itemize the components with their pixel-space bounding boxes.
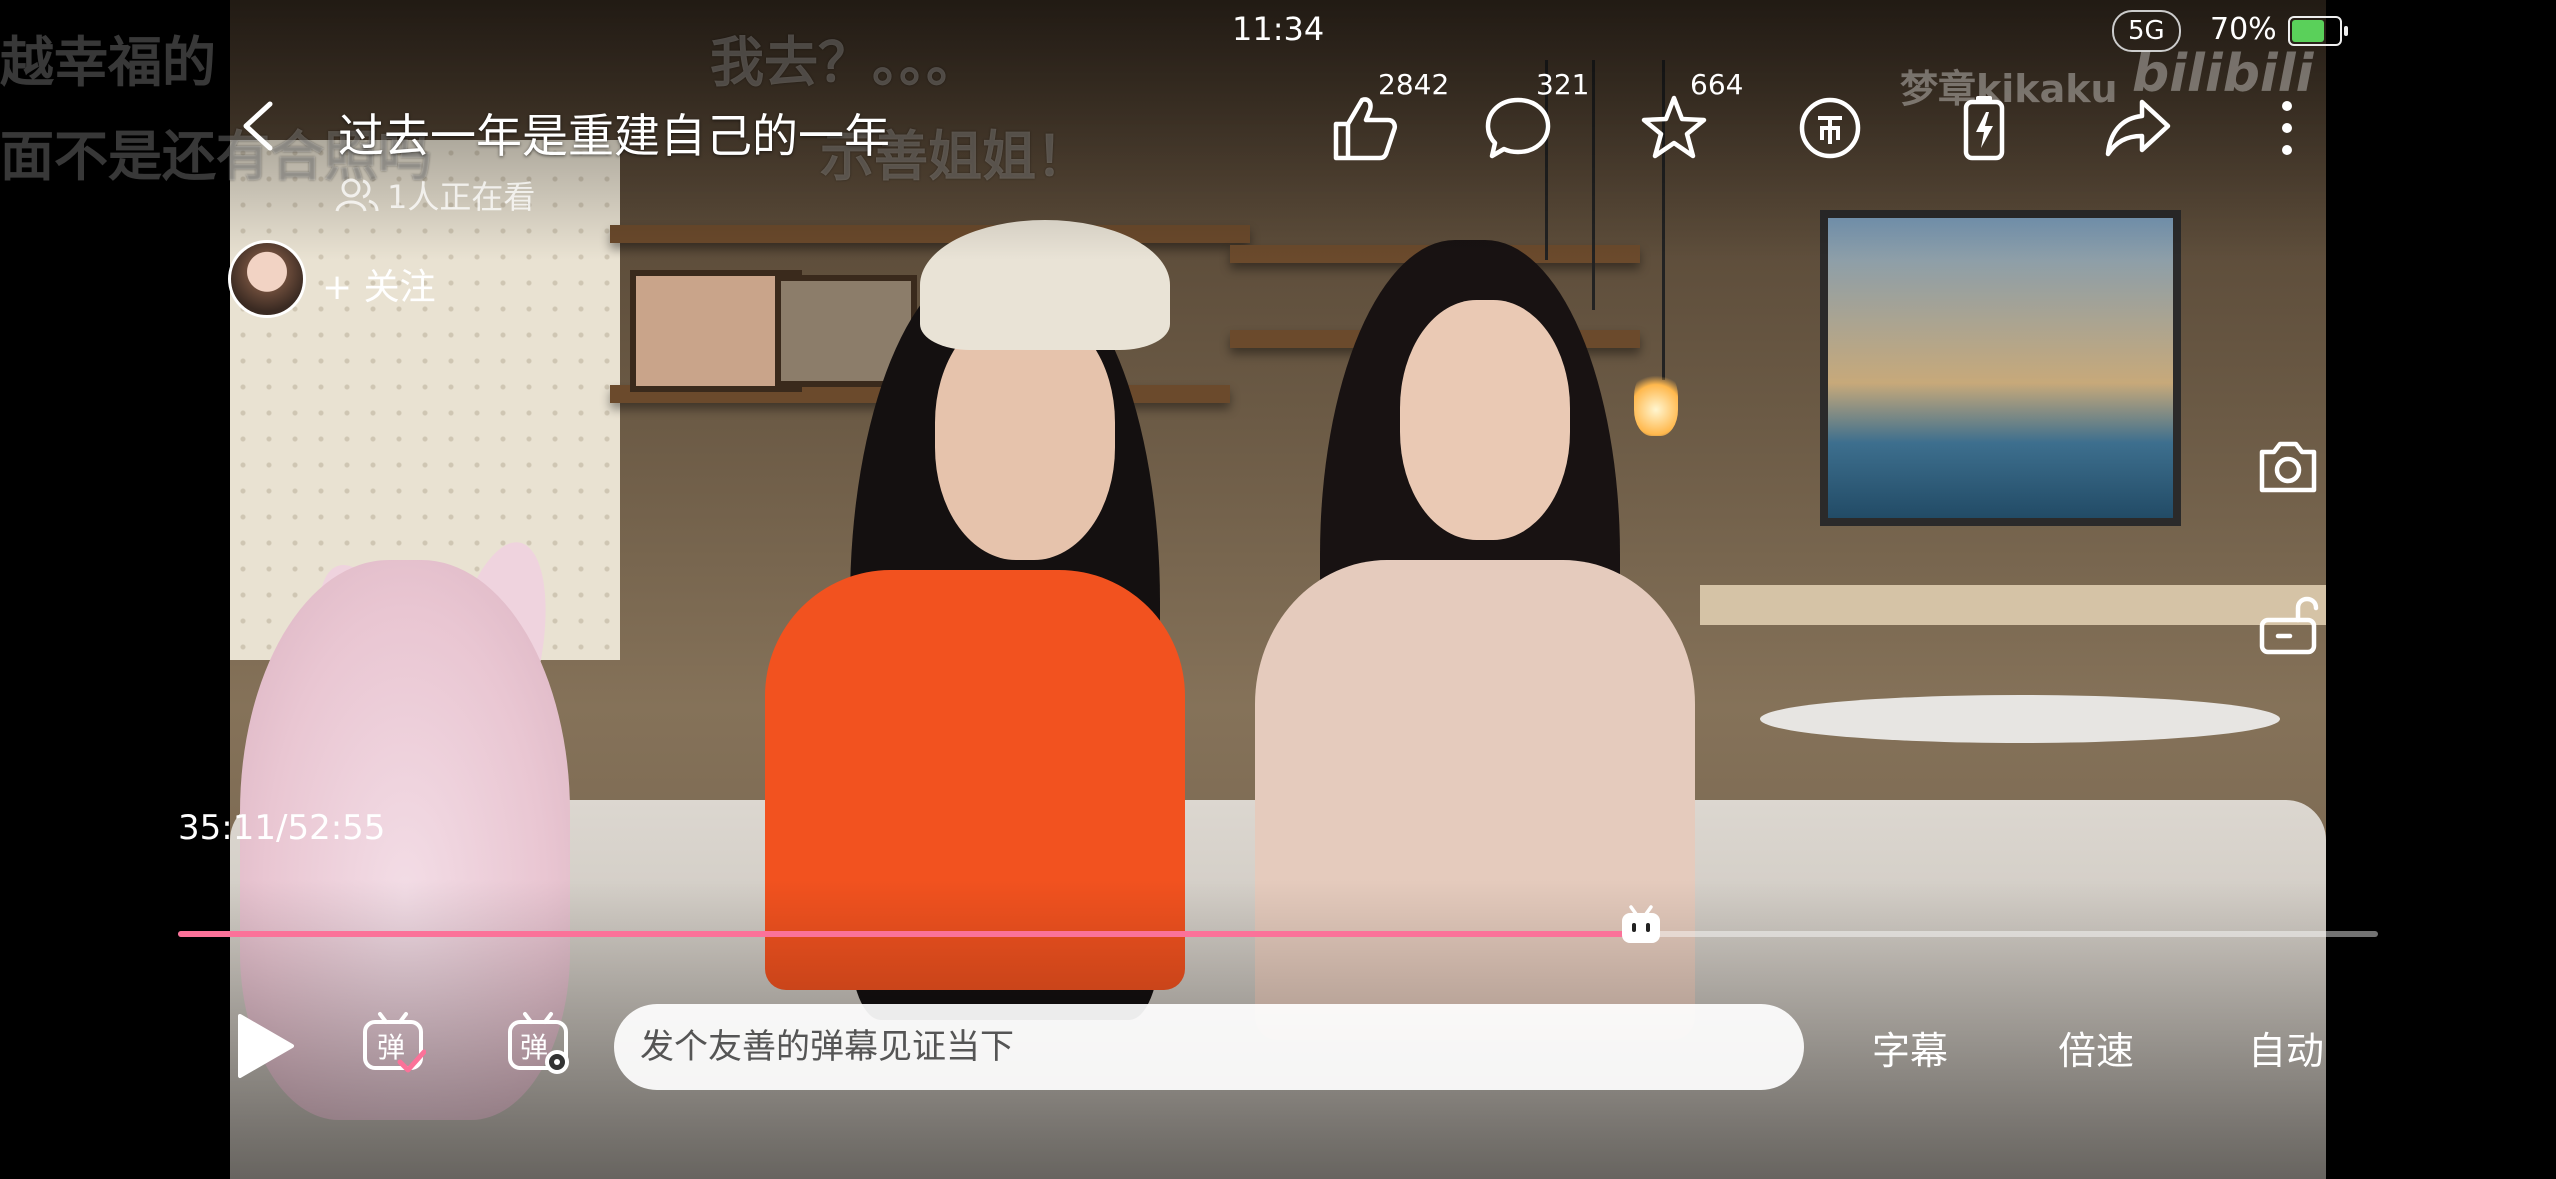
time-display: 35:11/52:55 (178, 808, 386, 848)
person-right-face (1400, 300, 1570, 540)
camera-icon[interactable] (2254, 432, 2322, 500)
battery-icon (2288, 16, 2348, 46)
svg-text:弹: 弹 (377, 1031, 405, 1064)
counter (1700, 585, 2326, 625)
progress-thumb-icon[interactable] (1619, 905, 1663, 945)
subtitle-button[interactable]: 字幕 (1872, 1020, 1948, 1075)
coin-icon[interactable] (1792, 92, 1868, 164)
comment-bubble-icon[interactable] (1480, 92, 1556, 164)
svg-text:弹: 弹 (520, 1031, 548, 1064)
battery-percent: 70% (2210, 12, 2277, 47)
thumbs-up-icon[interactable] (1326, 92, 1402, 164)
follow-button[interactable]: + 关注 (322, 258, 436, 310)
unlock-icon[interactable] (2254, 590, 2322, 658)
like-count: 2842 (1378, 68, 1450, 101)
star-icon[interactable] (1636, 92, 1712, 164)
quality-button[interactable]: 自动 (2248, 1020, 2324, 1075)
viewer-count: 1人正在看 (335, 172, 535, 218)
play-icon[interactable] (228, 1010, 298, 1082)
back-arrow-icon[interactable] (236, 96, 280, 156)
battery-fill (2292, 20, 2325, 42)
video-player-screen: 越幸福的 我去？。。。 面不是还有合照吗 示善姐姐！ 11:34 5G 70% … (0, 0, 2556, 1179)
danmaku-comment: 越幸福的 (0, 31, 216, 94)
viewer-count-label: 1人正在看 (387, 178, 536, 216)
progress-bar[interactable] (178, 905, 2378, 943)
viewers-icon (335, 178, 379, 212)
uploader-avatar[interactable] (228, 240, 306, 318)
danmaku-on-icon[interactable]: 弹 (360, 1010, 426, 1076)
video-frame[interactable] (230, 0, 2326, 1179)
progress-fill (178, 931, 1641, 937)
danmaku-comment: 我去？。。。 (710, 31, 980, 94)
pendant-bulb (1634, 370, 1678, 436)
status-time: 11:34 (1232, 10, 1325, 48)
battery-nub (2344, 26, 2348, 36)
danmaku-settings-icon[interactable]: 弹 (505, 1010, 571, 1076)
bilibili-watermark-logo: bilibili (2132, 44, 2314, 104)
favorite-count: 664 (1690, 68, 1744, 101)
channel-watermark: 梦章kikaku (1900, 67, 2118, 111)
speed-button[interactable]: 倍速 (2058, 1020, 2134, 1075)
video-title: 过去一年是重建自己的一年 (338, 109, 890, 163)
table (1760, 695, 2280, 743)
comment-count: 321 (1536, 68, 1590, 101)
danmaku-input[interactable] (614, 1004, 1804, 1090)
